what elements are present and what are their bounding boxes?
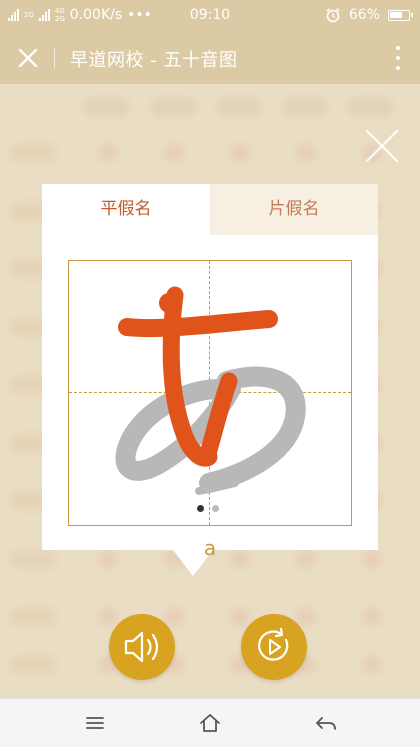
tab-hiragana[interactable]: 平假名 xyxy=(42,184,210,235)
battery-percent: 66% xyxy=(348,7,380,23)
romaji-label: a xyxy=(203,536,217,560)
overlay-close-icon[interactable] xyxy=(364,128,400,164)
status-right: 66% xyxy=(325,7,413,23)
battery-icon xyxy=(388,9,413,21)
writing-grid xyxy=(68,260,352,526)
menu-icon[interactable] xyxy=(80,709,110,737)
page-dot-inactive[interactable] xyxy=(212,505,219,512)
kana-stroke-tip xyxy=(159,293,179,313)
status-bar: 2G 4G 2G 0.00K/s ••• 09:10 66% xyxy=(0,0,420,32)
tab-katakana[interactable]: 片假名 xyxy=(210,184,378,235)
header-divider xyxy=(54,48,55,68)
back-icon[interactable] xyxy=(311,709,341,737)
speaker-icon xyxy=(124,631,159,663)
play-sound-button[interactable] xyxy=(109,614,175,680)
page-dot-active[interactable] xyxy=(197,505,204,512)
play-stroke-icon xyxy=(258,627,289,661)
system-nav-bar xyxy=(0,698,420,747)
replay-stroke-button[interactable] xyxy=(241,614,307,680)
alarm-icon xyxy=(326,8,340,23)
close-icon[interactable] xyxy=(14,44,42,72)
home-icon[interactable] xyxy=(195,709,225,737)
kana-card: 平假名 片假名 xyxy=(42,184,378,550)
page-indicator xyxy=(197,505,219,512)
kana-stroke-animation xyxy=(115,286,306,495)
page-title: 早道网校 - 五十音图 xyxy=(70,50,238,71)
kana-stroke-1 xyxy=(118,310,278,338)
app-bar: 早道网校 - 五十音图 xyxy=(0,32,420,84)
more-vertical-icon[interactable] xyxy=(394,46,402,70)
